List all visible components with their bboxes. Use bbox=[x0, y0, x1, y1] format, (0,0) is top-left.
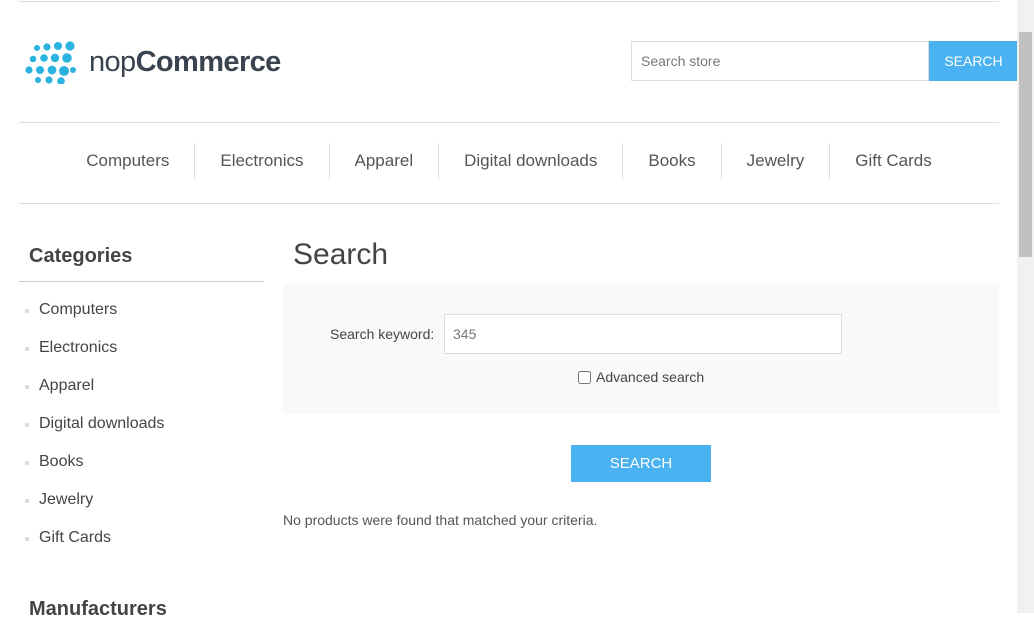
no-result-message: No products were found that matched your… bbox=[283, 512, 598, 528]
top-menu-item-gift-cards[interactable]: Gift Cards bbox=[829, 143, 957, 179]
advanced-search-toggle[interactable]: Advanced search bbox=[577, 369, 704, 385]
store-search: Search bbox=[631, 41, 1018, 81]
category-item-computers[interactable]: Computers bbox=[19, 293, 164, 331]
search-form: Search keyword: Advanced search bbox=[283, 283, 999, 414]
top-menu-item-books[interactable]: Books bbox=[622, 143, 720, 179]
logo-text: nopCommerce bbox=[89, 45, 281, 78]
scrollbar-thumb[interactable] bbox=[1019, 32, 1032, 257]
top-menu-item-electronics[interactable]: Electronics bbox=[194, 143, 328, 179]
category-item-electronics[interactable]: Electronics bbox=[19, 331, 164, 369]
keyword-input[interactable] bbox=[444, 314, 842, 354]
keyword-label: Search keyword: bbox=[330, 326, 435, 342]
bullet-icon bbox=[25, 499, 29, 503]
top-menu-item-computers[interactable]: Computers bbox=[61, 143, 194, 179]
top-menu-item-apparel[interactable]: Apparel bbox=[328, 143, 439, 179]
bullet-icon bbox=[25, 385, 29, 389]
bullet-icon bbox=[25, 537, 29, 541]
category-item-gift-cards[interactable]: Gift Cards bbox=[19, 521, 164, 559]
category-item-jewelry[interactable]: Jewelry bbox=[19, 483, 164, 521]
category-item-digital-downloads[interactable]: Digital downloads bbox=[19, 407, 164, 445]
bullet-icon bbox=[25, 309, 29, 313]
scrollbar[interactable] bbox=[1017, 0, 1034, 613]
advanced-search-label: Advanced search bbox=[596, 369, 705, 385]
categories-divider bbox=[19, 281, 264, 282]
page-title: Search bbox=[293, 238, 389, 271]
category-item-apparel[interactable]: Apparel bbox=[19, 369, 164, 407]
store-search-button[interactable]: Search bbox=[929, 41, 1018, 81]
store-search-input[interactable] bbox=[631, 41, 929, 81]
top-menu: Computers Electronics Apparel Digital do… bbox=[19, 143, 999, 179]
manufacturers-title: Manufacturers bbox=[29, 598, 167, 620]
menu-divider bbox=[19, 203, 999, 204]
top-menu-item-digital-downloads[interactable]: Digital downloads bbox=[438, 143, 622, 179]
bullet-icon bbox=[25, 347, 29, 351]
top-divider bbox=[19, 1, 999, 2]
page: nopCommerce Search Computers Electronics… bbox=[19, 0, 1018, 620]
logo[interactable]: nopCommerce bbox=[22, 40, 281, 84]
advanced-search-checkbox[interactable] bbox=[578, 370, 591, 384]
bullet-icon bbox=[25, 461, 29, 465]
top-menu-item-jewelry[interactable]: Jewelry bbox=[720, 143, 830, 179]
header-divider bbox=[19, 122, 999, 123]
category-item-books[interactable]: Books bbox=[19, 445, 164, 483]
categories-title: Categories bbox=[29, 245, 133, 267]
logo-dots-icon bbox=[25, 41, 76, 84]
bullet-icon bbox=[25, 423, 29, 427]
categories-list: Computers Electronics Apparel Digital do… bbox=[19, 293, 164, 559]
search-button[interactable]: SEARCH bbox=[571, 445, 711, 482]
